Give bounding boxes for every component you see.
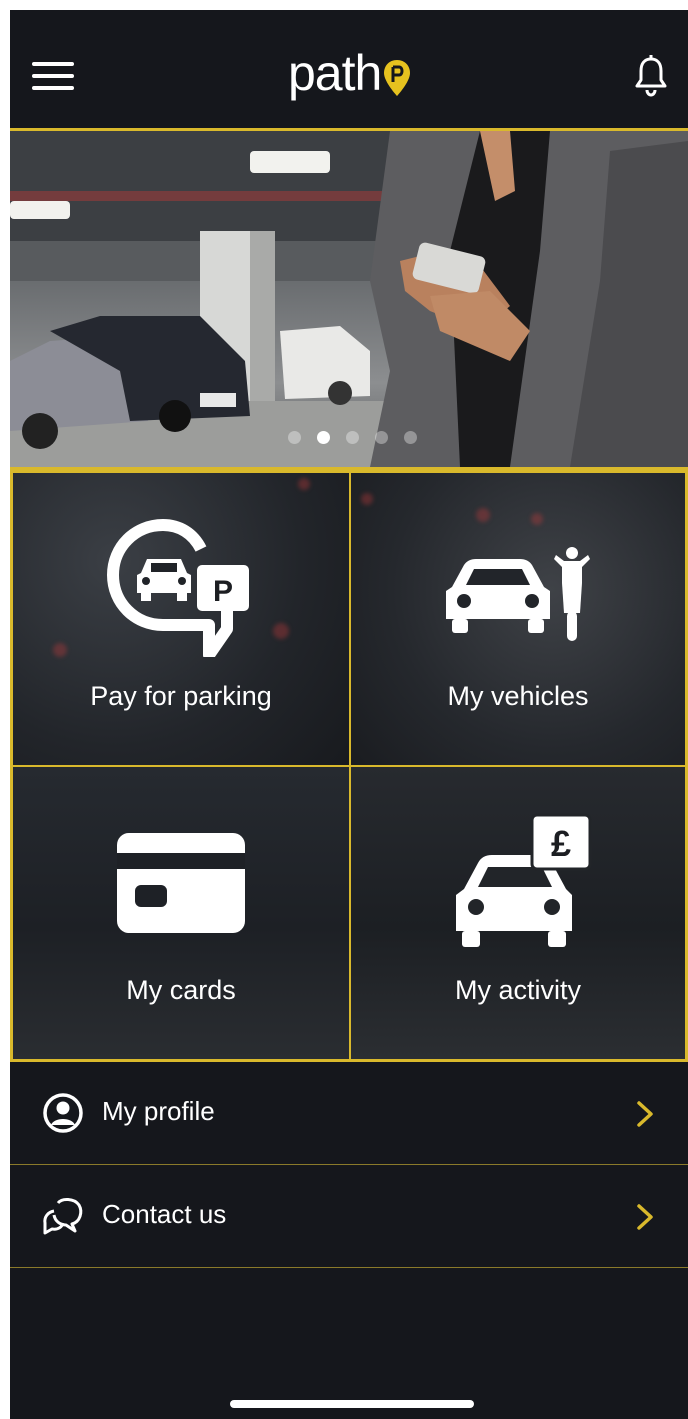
parking-garage-photo — [10, 131, 688, 467]
bokeh-light — [298, 478, 310, 490]
my-cards-tile[interactable]: My cards — [10, 766, 350, 1062]
menu-item-label: My profile — [102, 1096, 215, 1126]
credit-card-icon — [117, 833, 245, 933]
svg-text:P: P — [213, 575, 233, 608]
hero-carousel[interactable] — [10, 128, 688, 470]
hamburger-menu-button[interactable] — [32, 62, 76, 92]
feature-grid: P Pay for parking My vehicles My cards £… — [10, 470, 688, 1062]
carousel-dot[interactable] — [346, 431, 359, 444]
tile-label: My vehicles — [447, 681, 589, 711]
menu-item-label: Contact us — [102, 1199, 227, 1229]
chevron-right-icon — [637, 1101, 653, 1127]
bokeh-light — [531, 513, 543, 525]
tile-label: My activity — [454, 975, 581, 1005]
pay-for-parking-tile[interactable]: P Pay for parking — [10, 470, 350, 766]
tile-label: My cards — [126, 975, 236, 1005]
hamburger-line — [32, 86, 74, 90]
top-bar: path — [10, 10, 688, 128]
app-logo: path — [288, 48, 412, 112]
bokeh-light — [361, 493, 373, 505]
my-profile-row[interactable]: My profile — [10, 1062, 688, 1165]
chat-bubbles-icon — [43, 1198, 83, 1235]
bell-icon[interactable] — [632, 54, 670, 98]
logo-text: path — [288, 45, 382, 101]
carousel-pagination — [288, 431, 417, 444]
bokeh-light — [476, 508, 490, 522]
hamburger-line — [32, 74, 74, 78]
svg-text:£: £ — [551, 823, 571, 864]
home-indicator[interactable] — [230, 1400, 474, 1408]
hamburger-icon — [32, 62, 74, 66]
carousel-dot[interactable] — [288, 431, 301, 444]
car-motorbike-icon — [446, 547, 590, 641]
carousel-dot[interactable] — [375, 431, 388, 444]
tile-label: Pay for parking — [90, 681, 272, 711]
location-pin-icon — [384, 60, 411, 96]
app-screen: path P Pay for parking My vehicles My ca… — [10, 10, 688, 1419]
user-circle-icon — [43, 1093, 83, 1133]
my-vehicles-tile[interactable]: My vehicles — [350, 470, 688, 766]
car-pound-icon: £ — [456, 813, 592, 947]
carousel-dot[interactable] — [404, 431, 417, 444]
menu-list: My profile Contact us — [10, 1062, 688, 1268]
my-activity-tile[interactable]: £ My activity — [350, 766, 688, 1062]
parking-payment-icon: P — [107, 519, 249, 657]
chevron-right-icon — [637, 1204, 653, 1230]
carousel-dot-active[interactable] — [317, 431, 330, 444]
contact-us-row[interactable]: Contact us — [10, 1165, 688, 1268]
